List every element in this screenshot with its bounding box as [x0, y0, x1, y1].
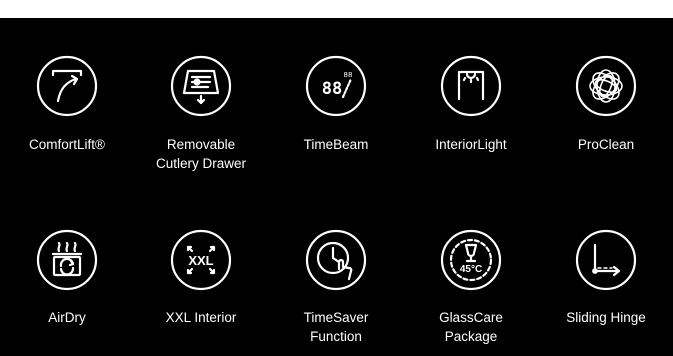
feature-label: ComfortLift® [29, 137, 105, 152]
temperature-text: 45°C [460, 264, 482, 275]
cutlery-drawer-icon [170, 55, 232, 117]
features-panel: ComfortLift® Removable Cutlery Drawer 88… [0, 18, 673, 356]
feature-label: AirDry [48, 310, 86, 325]
timebeam-icon: 88 88 [305, 55, 367, 117]
comfortlift-icon [36, 55, 98, 117]
feature-label: Sliding Hinge [566, 310, 646, 325]
interior-light-icon [440, 55, 502, 117]
timebeam-digits: 88 [322, 79, 342, 99]
xxl-text: XXL [188, 253, 213, 268]
feature-label: TimeBeam [303, 137, 369, 152]
feature-label: XXL Interior [165, 310, 237, 325]
xxl-interior-icon: XXL [170, 229, 232, 291]
sliding-hinge-icon [575, 229, 637, 291]
timebeam-small-digits: 88 [344, 71, 353, 79]
airdry-icon [36, 229, 98, 291]
feature-label: Removable Cutlery Drawer [155, 137, 247, 171]
timesaver-icon [305, 229, 367, 291]
feature-label: TimeSaver Function [303, 310, 369, 344]
proclean-icon [575, 55, 637, 117]
feature-label: ProClean [577, 137, 635, 152]
feature-label: InteriorLight [435, 137, 507, 152]
glasscare-icon: 45°C [440, 229, 502, 291]
feature-label: GlassCare Package [439, 310, 503, 344]
